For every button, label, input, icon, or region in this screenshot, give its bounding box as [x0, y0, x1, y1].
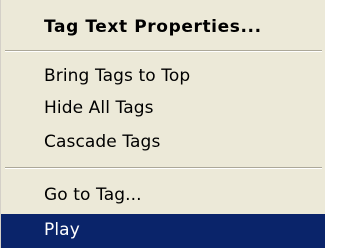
menu-item-bring-tags-to-top[interactable]: Bring Tags to Top: [1, 60, 326, 92]
menu-separator: [5, 167, 322, 169]
menu-item-play[interactable]: Play: [1, 214, 326, 248]
menu-item-go-to-tag[interactable]: Go to Tag...: [1, 179, 326, 211]
menu-separator: [5, 50, 322, 52]
context-menu: Tag Text Properties... Bring Tags to Top…: [0, 0, 326, 248]
menu-item-tag-text-properties[interactable]: Tag Text Properties...: [1, 11, 326, 43]
background-edge: [325, 0, 337, 248]
menu-item-hide-all-tags[interactable]: Hide All Tags: [1, 92, 326, 124]
menu-item-cascade-tags[interactable]: Cascade Tags: [1, 126, 326, 158]
